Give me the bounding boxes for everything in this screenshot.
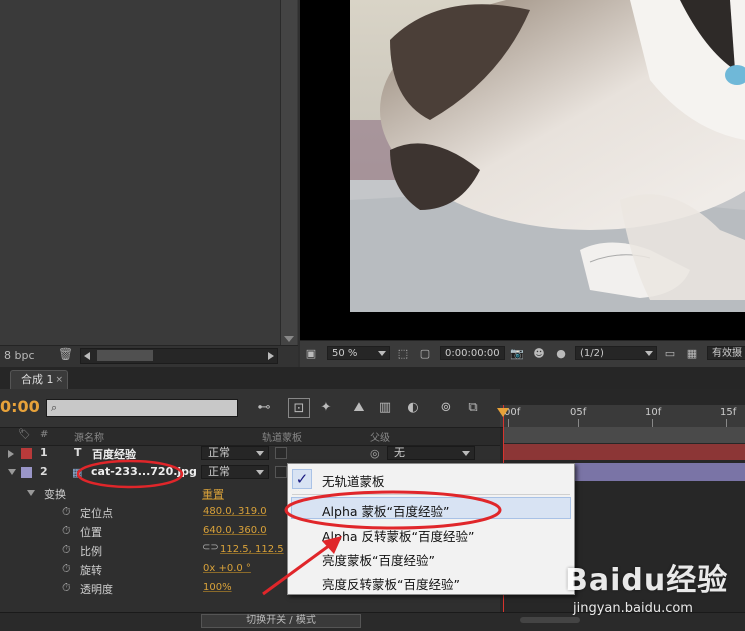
- annotation-arrow-head: [322, 536, 342, 554]
- annotation-ellipse-menu: [284, 490, 502, 530]
- annotation-overlay: [76, 459, 502, 596]
- watermark-url: jingyan.baidu.com: [573, 601, 693, 616]
- annotation-ellipse-layer: [76, 459, 184, 489]
- baidu-watermark: Baidu经验 jingyan.baidu.com: [565, 555, 728, 616]
- watermark-brand: Baidu经验: [565, 563, 729, 598]
- annotation-arrow-shaft: [262, 543, 331, 596]
